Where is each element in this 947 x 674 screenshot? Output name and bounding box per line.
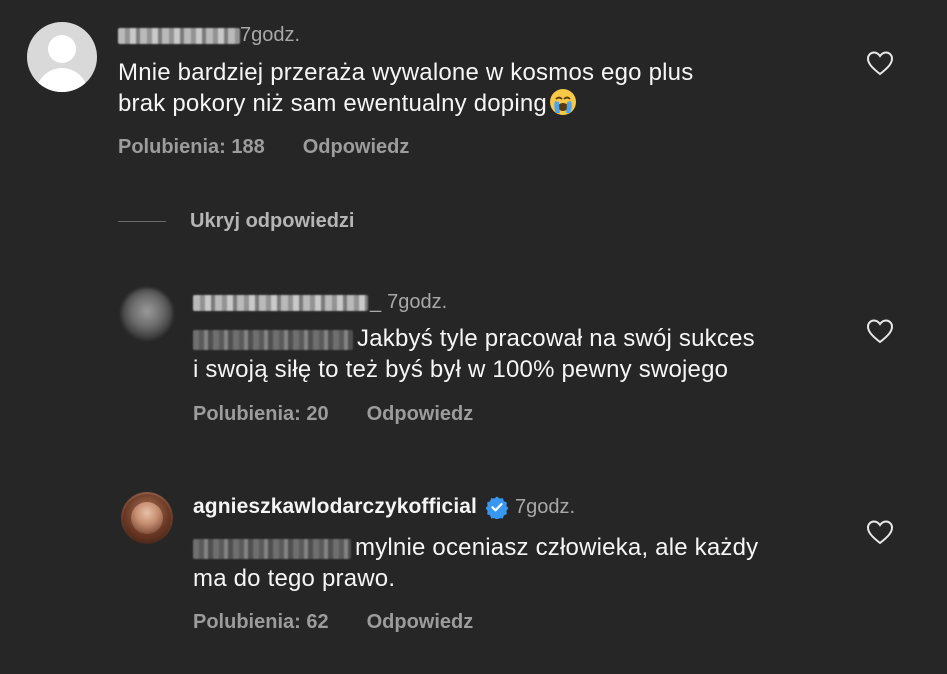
comment-text-line-content: Jakbyś tyle pracował na swój sukces <box>357 325 755 352</box>
avatar-profile-photo[interactable] <box>121 492 173 544</box>
crying-face-icon <box>549 89 576 115</box>
comment-text: Mnie bardziej przeraża wywalone w kosmos… <box>118 57 693 119</box>
reply-button[interactable]: Odpowiedz <box>367 611 474 634</box>
comment-text: mylnie oceniasz człowieka, ale każdy ma … <box>193 532 758 594</box>
comment-text-line: brak pokory niż sam ewentualny doping <box>118 88 693 119</box>
comment-text-line-content: brak pokory niż sam ewentualny doping <box>118 90 547 117</box>
comment-meta: _ 7godz. <box>193 291 447 314</box>
likes-count-button[interactable]: Polubienia: 62 <box>193 611 329 634</box>
comment-actions: Polubienia: 188 Odpowiedz <box>118 136 409 159</box>
comment-text-line: Mnie bardziej przeraża wywalone w kosmos… <box>118 59 694 86</box>
mention-redacted[interactable] <box>193 538 351 559</box>
likes-count-button[interactable]: Polubienia: 20 <box>193 403 329 426</box>
username-redacted[interactable] <box>118 27 240 44</box>
username-tail: _ <box>370 291 382 313</box>
comment-time: 7godz. <box>240 24 301 46</box>
comment-text-line: ma do tego prawo. <box>193 565 396 592</box>
heart-icon[interactable] <box>866 519 894 545</box>
hide-replies-label: Ukryj odpowiedzi <box>190 210 355 232</box>
avatar-head-shape <box>48 35 76 63</box>
reply-button[interactable]: Odpowiedz <box>303 136 410 159</box>
avatar-shoulders-shape <box>36 68 88 92</box>
heart-icon[interactable] <box>866 318 894 344</box>
likes-count-button[interactable]: Polubienia: 188 <box>118 136 265 159</box>
comment-meta: 7godz. <box>118 24 300 47</box>
comment-text-line: Jakbyś tyle pracował na swój sukces <box>193 323 755 354</box>
comment-time: 7godz. <box>387 291 448 313</box>
comment-meta: agnieszkawlodarczykofficial 7godz. <box>193 495 575 519</box>
avatar-default[interactable] <box>27 22 97 92</box>
comment-text-line: mylnie oceniasz człowieka, ale każdy <box>193 532 758 563</box>
comment-actions: Polubienia: 20 Odpowiedz <box>193 403 473 426</box>
comment-actions: Polubienia: 62 Odpowiedz <box>193 611 473 634</box>
heart-icon[interactable] <box>866 50 894 76</box>
username-redacted[interactable] <box>193 294 368 311</box>
avatar-hair-shape <box>123 494 171 542</box>
comment-time: 7godz. <box>514 495 576 518</box>
reply-button[interactable]: Odpowiedz <box>367 403 474 426</box>
divider-line <box>118 221 166 222</box>
comment-text-line-content: mylnie oceniasz człowieka, ale każdy <box>355 534 759 561</box>
avatar-blurred[interactable] <box>121 288 173 340</box>
verified-badge-icon <box>485 496 509 519</box>
username[interactable]: agnieszkawlodarczykofficial <box>193 495 477 519</box>
mention-redacted[interactable] <box>193 329 353 350</box>
comment-text: Jakbyś tyle pracował na swój sukces i sw… <box>193 323 755 385</box>
comment-text-line: i swoją siłę to też byś był w 100% pewny… <box>193 356 729 383</box>
hide-replies-toggle[interactable]: Ukryj odpowiedzi <box>118 210 354 233</box>
